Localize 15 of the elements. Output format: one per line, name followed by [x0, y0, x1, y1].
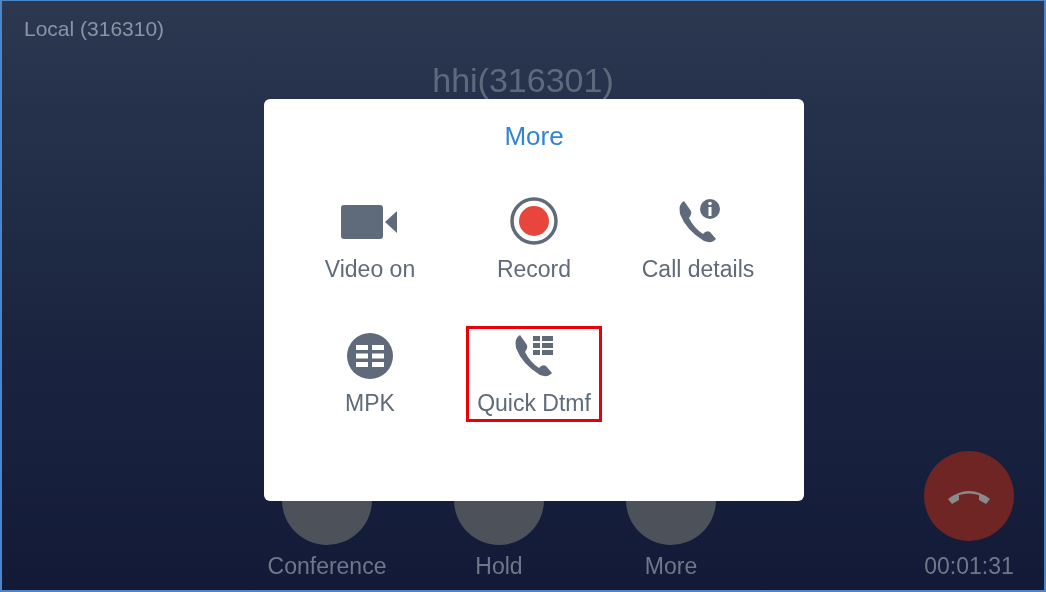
video-camera-icon: [341, 204, 399, 239]
call-action-label: More: [644, 553, 698, 580]
call-timer: 00:01:31: [924, 553, 1014, 580]
menu-option[interactable]: Video on: [313, 192, 427, 288]
menu-option[interactable]: Record: [485, 192, 583, 288]
record-icon: [509, 196, 559, 246]
caller-name: hhi(316301): [432, 61, 614, 100]
grid-circle-icon: [346, 331, 394, 380]
menu-option[interactable]: MPK: [334, 326, 406, 422]
dialog-title: More: [504, 121, 564, 152]
call-action-label: Conference: [267, 553, 387, 580]
local-account-label: Local (316310): [24, 17, 165, 41]
menu-option[interactable]: Quick Dtmf: [466, 326, 602, 422]
call-action-label: Hold: [475, 553, 523, 580]
menu-option[interactable]: Call details: [630, 192, 766, 288]
